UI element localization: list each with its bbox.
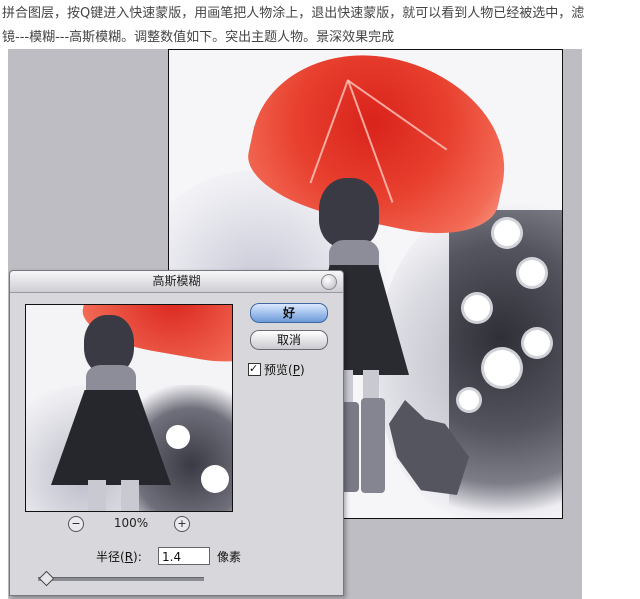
girl-boot (361, 398, 385, 493)
gaussian-blur-dialog: 高斯模糊 − 100% + 好 取消 预览(P) 半径(R): 1.4 像素 (9, 270, 344, 596)
article-caption: 拼合图层，按Q键进入快速蒙版，用画笔把人物涂上，退出快速蒙版，就可以看到人物已经… (2, 2, 636, 50)
cancel-button[interactable]: 取消 (250, 330, 328, 350)
radius-label: 半径(R): (96, 547, 142, 567)
checkmark-icon[interactable] (248, 361, 261, 376)
slider-thumb-icon[interactable] (38, 570, 54, 587)
radius-label-key: R (124, 550, 134, 564)
preview-checkbox[interactable]: 预览(P) (248, 361, 305, 378)
preview-label-key: P (292, 363, 300, 377)
flower (484, 350, 520, 386)
zoom-level: 100% (113, 516, 149, 530)
preview-leg (121, 480, 139, 511)
girl-hair (319, 178, 379, 248)
caption-line-1: 拼合图层，按Q键进入快速蒙版，用画笔把人物涂上，退出快速蒙版，就可以看到人物已经… (2, 6, 585, 21)
preview-label-prefix: 预览( (264, 363, 293, 377)
zoom-controls: − 100% + (68, 516, 198, 534)
zoom-in-button[interactable]: + (174, 516, 190, 532)
radius-label-suffix: ): (133, 550, 142, 564)
radius-label-prefix: 半径( (96, 550, 125, 564)
preview-flower (166, 425, 190, 449)
caption-line-2: 镜---模糊---高斯模糊。调整数值如下。突出主题人物。景深效果完成 (2, 30, 395, 45)
dialog-titlebar[interactable]: 高斯模糊 (10, 271, 343, 293)
filter-preview[interactable] (25, 304, 233, 512)
radius-slider[interactable] (38, 570, 204, 587)
ok-button[interactable]: 好 (250, 303, 328, 323)
zoom-out-button[interactable]: − (68, 516, 84, 532)
flower (459, 390, 479, 410)
flower (464, 295, 490, 321)
flower (494, 220, 520, 246)
dialog-title: 高斯模糊 (152, 274, 201, 288)
flower (519, 260, 545, 286)
preview-label-suffix: ) (299, 363, 305, 377)
preview-leg (88, 480, 106, 511)
close-icon[interactable] (321, 274, 337, 290)
preview-flower (201, 465, 229, 493)
girl-leg (363, 370, 379, 400)
radius-unit: 像素 (217, 550, 242, 564)
radius-input[interactable]: 1.4 (158, 547, 210, 565)
flower (524, 330, 550, 356)
